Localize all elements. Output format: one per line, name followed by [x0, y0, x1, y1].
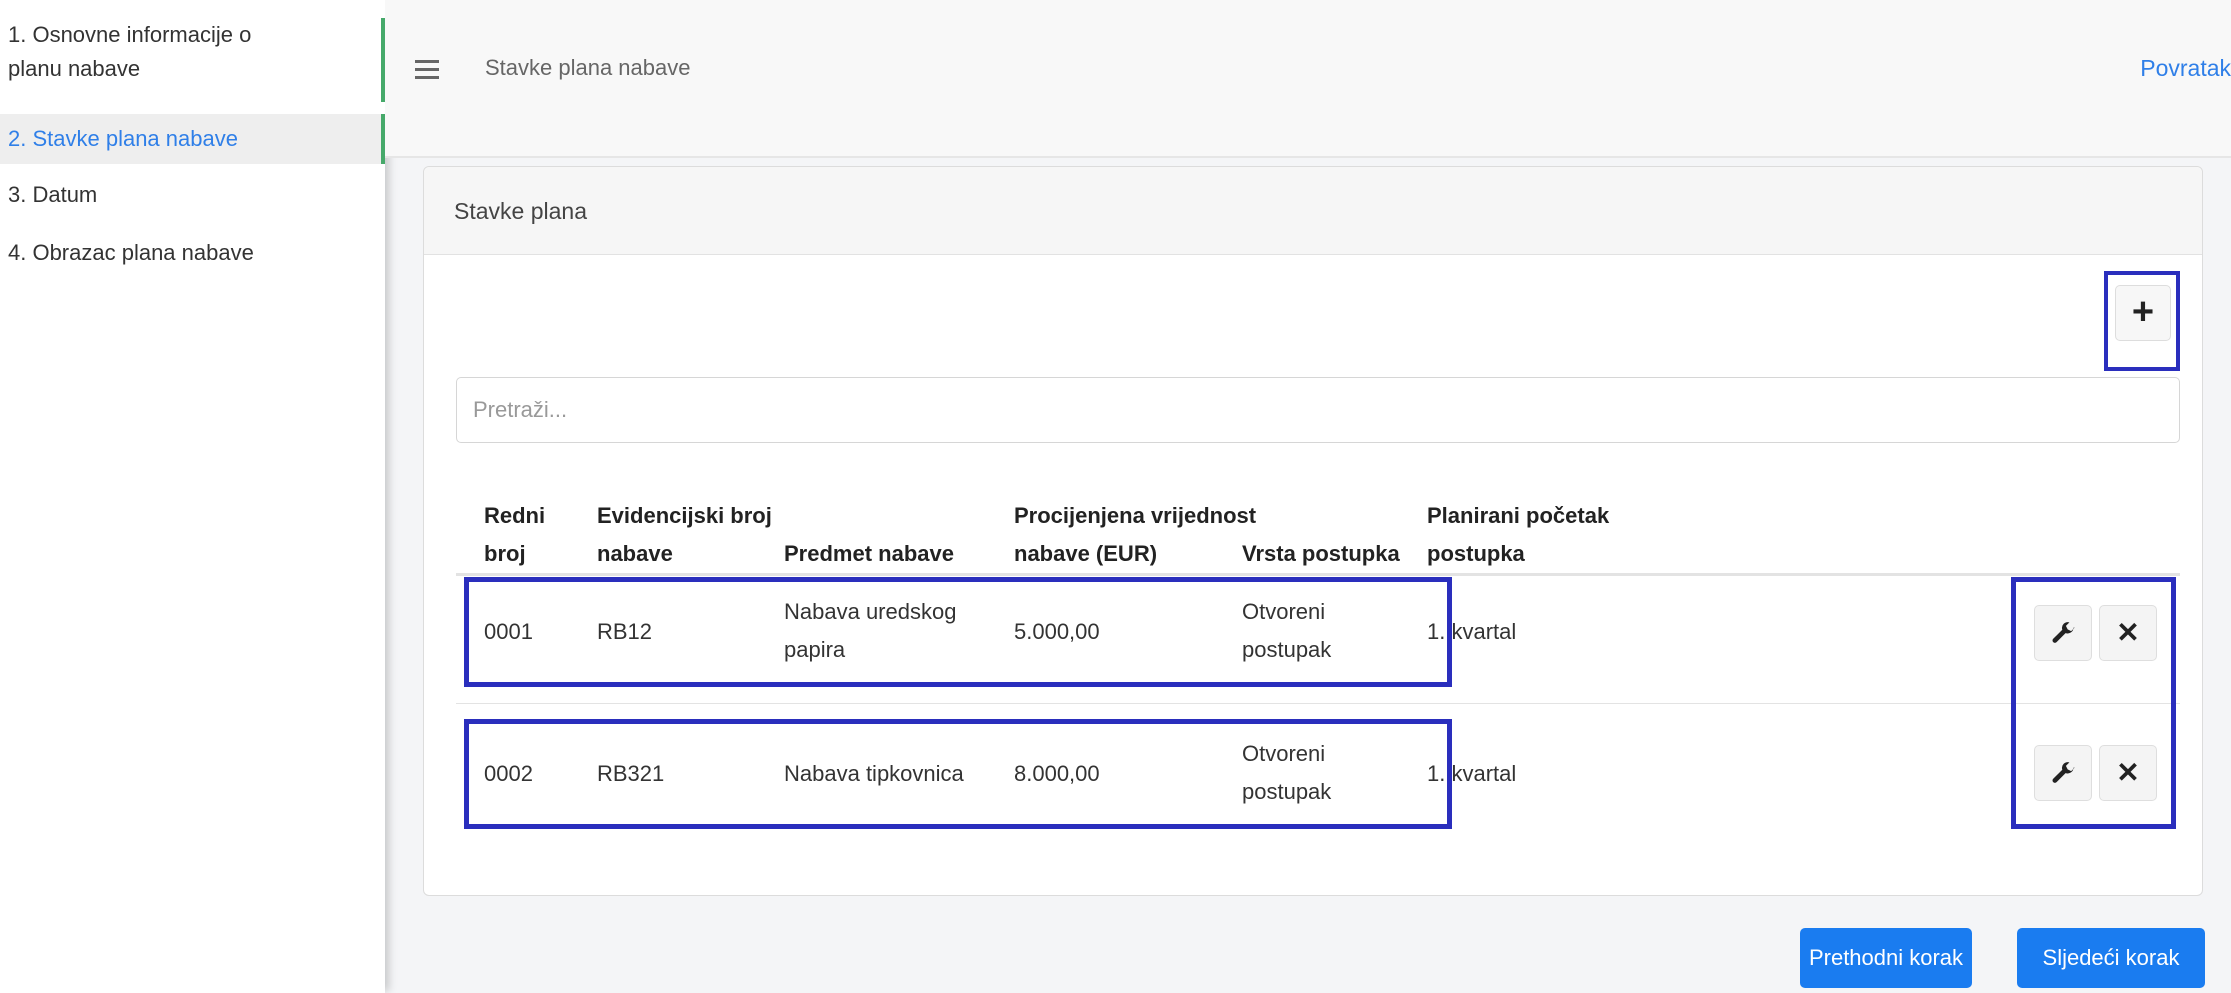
search-input[interactable] [456, 377, 2180, 443]
cell-vrijednost: 8.000,00 [1014, 761, 1100, 786]
edit-button[interactable] [2034, 605, 2092, 661]
col-header-evidencijski-broj: Evidencijski broj nabave [597, 503, 772, 566]
edit-button[interactable] [2034, 745, 2092, 801]
back-link[interactable]: Povratak [2140, 50, 2231, 86]
items-card: Stavke plana + Redni broj Evidencijski b… [423, 166, 2203, 896]
close-icon: ✕ [2116, 617, 2140, 648]
previous-step-button[interactable]: Prethodni korak [1800, 928, 1972, 988]
card-header: Stavke plana [424, 167, 2202, 255]
col-header-predmet: Predmet nabave [784, 541, 954, 566]
cell-pocetak: 1. kvartal [1427, 619, 1517, 644]
delete-button[interactable]: ✕ [2099, 605, 2157, 661]
cell-pocetak: 1. kvartal [1427, 761, 1517, 786]
card-title: Stavke plana [454, 198, 587, 224]
header-divider [456, 573, 2180, 576]
next-step-button[interactable]: Sljedeći korak [2017, 928, 2205, 988]
cell-evidencijski-broj: RB12 [597, 619, 653, 644]
add-item-button[interactable]: + [2115, 285, 2171, 341]
page-title: Stavke plana nabave [485, 55, 691, 80]
plus-icon: + [2131, 291, 2155, 333]
col-header-pocetak: Planirani početak postupka [1427, 503, 1610, 566]
sidebar-item-datum[interactable]: 3. Datum [0, 178, 385, 214]
cell-vrsta: Otvoreni postupak [1242, 599, 1332, 662]
sidebar-item-stavke-plana[interactable]: 2. Stavke plana nabave [0, 114, 385, 164]
cell-predmet: Nabava tipkovnica [784, 761, 964, 786]
hamburger-icon[interactable] [415, 60, 439, 80]
wrench-icon [2052, 622, 2075, 643]
cell-evidencijski-broj: RB321 [597, 761, 665, 786]
col-header-redni-broj: Redni broj [484, 503, 546, 566]
cell-redni-broj: 0002 [484, 761, 533, 786]
page-header: Stavke plana nabave Povratak [385, 0, 2231, 158]
sidebar-item-osnovne-informacije[interactable]: 1. Osnovne informacije o planu nabave [0, 18, 385, 102]
sidebar-item-obrazac[interactable]: 4. Obrazac plana nabave [0, 236, 385, 272]
cell-redni-broj: 0001 [484, 619, 533, 644]
close-icon: ✕ [2116, 757, 2140, 788]
cell-predmet: Nabava uredskog papira [784, 599, 957, 662]
wrench-icon [2052, 762, 2075, 783]
cell-vrijednost: 5.000,00 [1014, 619, 1100, 644]
delete-button[interactable]: ✕ [2099, 745, 2157, 801]
row-divider [456, 703, 2180, 704]
cell-vrsta: Otvoreni postupak [1242, 741, 1332, 804]
sidebar: 1. Osnovne informacije o planu nabave 2.… [0, 0, 385, 993]
